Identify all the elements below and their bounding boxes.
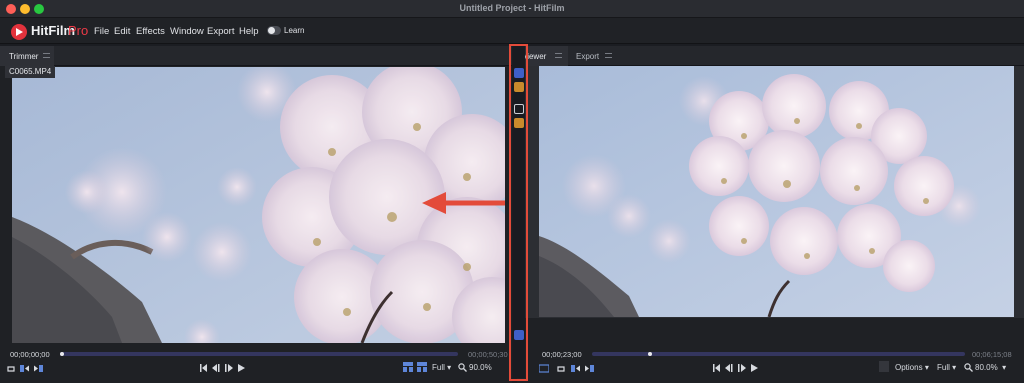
menu-bar: HitFilm Pro File Edit Effects Window Exp… bbox=[0, 18, 1024, 44]
trimmer-playhead[interactable] bbox=[60, 352, 64, 356]
loop-icon[interactable] bbox=[7, 364, 16, 373]
chevron-down-icon: ▾ bbox=[447, 363, 452, 372]
trimmer-scrub-bar[interactable]: 00;00;00;00 00;00;50;30 bbox=[10, 348, 508, 360]
hitfilm-window: Untitled Project - HitFilm HitFilm Pro F… bbox=[0, 0, 1024, 383]
go-to-start-icon[interactable] bbox=[713, 364, 720, 372]
trimmer-scrub-track[interactable] bbox=[60, 352, 458, 356]
chevron-down-icon: ▾ bbox=[1002, 363, 1007, 372]
trimmer-tab-bar: Trimmer bbox=[0, 46, 512, 66]
set-out-point-icon[interactable] bbox=[417, 362, 427, 372]
window-title: Untitled Project - HitFilm bbox=[459, 3, 565, 13]
go-to-start-icon[interactable] bbox=[200, 364, 207, 372]
cherry-blossom-image bbox=[539, 66, 1014, 317]
tab-export[interactable]: Export bbox=[569, 46, 617, 66]
trimmer-quality-dropdown[interactable]: Full ▾ bbox=[432, 363, 451, 372]
panel-menu-icon[interactable] bbox=[555, 53, 562, 58]
step-back-icon[interactable] bbox=[725, 364, 734, 372]
snapshot-icon[interactable] bbox=[879, 361, 889, 372]
menu-effects[interactable]: Effects bbox=[136, 26, 165, 37]
viewer-video-frame[interactable] bbox=[539, 66, 1014, 317]
menu-file[interactable]: File bbox=[94, 26, 109, 37]
clip-name-label: C0065.MP4 bbox=[5, 66, 56, 78]
tab-trimmer-label: Trimmer bbox=[9, 52, 39, 61]
overlay-icon[interactable] bbox=[33, 364, 43, 373]
zoom-magnifier-icon[interactable] bbox=[964, 363, 973, 372]
play-icon[interactable] bbox=[751, 364, 758, 372]
menu-help[interactable]: Help bbox=[239, 26, 259, 37]
viewer-scrub-bar[interactable]: 00;00;23;00 00;06;15;08 bbox=[542, 348, 1020, 360]
step-back-icon[interactable] bbox=[212, 364, 221, 372]
set-in-point-icon[interactable] bbox=[403, 362, 413, 372]
viewer-quality-dropdown[interactable]: Full ▾ bbox=[937, 363, 956, 372]
trimmer-video-frame[interactable] bbox=[12, 67, 505, 343]
step-forward-icon[interactable] bbox=[225, 364, 234, 372]
menu-window[interactable]: Window bbox=[170, 26, 204, 37]
viewer-zoom-dropdown[interactable]: 80.0% ▾ bbox=[975, 363, 1006, 372]
trimmer-start-timecode: 00;00;00;00 bbox=[10, 350, 50, 359]
trimmer-panel: Trimmer C0065.MP4 00;00;00;00 00;00;50;3… bbox=[0, 46, 512, 383]
left-arrow-annotation-icon bbox=[422, 192, 505, 214]
chevron-down-icon: ▾ bbox=[924, 363, 929, 372]
menu-export[interactable]: Export bbox=[207, 26, 234, 37]
panel-menu-icon[interactable] bbox=[605, 53, 612, 58]
viewer-quality-value: Full bbox=[937, 363, 950, 372]
tab-export-label: Export bbox=[576, 52, 600, 61]
viewer-playhead[interactable] bbox=[647, 352, 652, 356]
options-label: Options bbox=[895, 363, 923, 372]
learn-toggle[interactable] bbox=[267, 26, 281, 35]
trimmer-end-timecode: 00;00;50;30 bbox=[468, 350, 508, 359]
menu-edit[interactable]: Edit bbox=[114, 26, 130, 37]
zoom-magnifier-icon[interactable] bbox=[458, 363, 467, 372]
insert-icon[interactable] bbox=[571, 364, 581, 373]
options-dropdown[interactable]: Options ▾ bbox=[895, 363, 929, 372]
play-icon[interactable] bbox=[238, 364, 245, 372]
chevron-down-icon: ▾ bbox=[952, 363, 957, 372]
viewer-end-timecode: 00;06;15;08 bbox=[972, 350, 1012, 359]
viewer-tab-bar: Viewer Export bbox=[517, 46, 1024, 66]
viewer-panel: Viewer Export 00;00;23;00 00;06;15;08 Op… bbox=[517, 46, 1024, 383]
viewer-current-timecode: 00;00;23;00 bbox=[542, 350, 582, 359]
trimmer-quality-value: Full bbox=[432, 363, 445, 372]
hitfilm-logo-icon bbox=[11, 24, 27, 40]
insert-icon[interactable] bbox=[20, 364, 30, 373]
tab-trimmer[interactable]: Trimmer bbox=[0, 46, 54, 66]
highlight-annotation-box bbox=[509, 44, 528, 381]
viewer-zoom-value: 80.0% bbox=[975, 363, 998, 372]
panel-menu-icon[interactable] bbox=[43, 53, 50, 58]
sequence-icon[interactable] bbox=[539, 364, 549, 373]
title-bar: Untitled Project - HitFilm bbox=[0, 0, 1024, 18]
loop-icon[interactable] bbox=[557, 364, 566, 373]
overlay-icon[interactable] bbox=[584, 364, 594, 373]
step-forward-icon[interactable] bbox=[738, 364, 747, 372]
trimmer-zoom-value[interactable]: 90.0% bbox=[469, 363, 492, 372]
app-edition: Pro bbox=[68, 23, 89, 38]
learn-label: Learn bbox=[284, 26, 305, 35]
